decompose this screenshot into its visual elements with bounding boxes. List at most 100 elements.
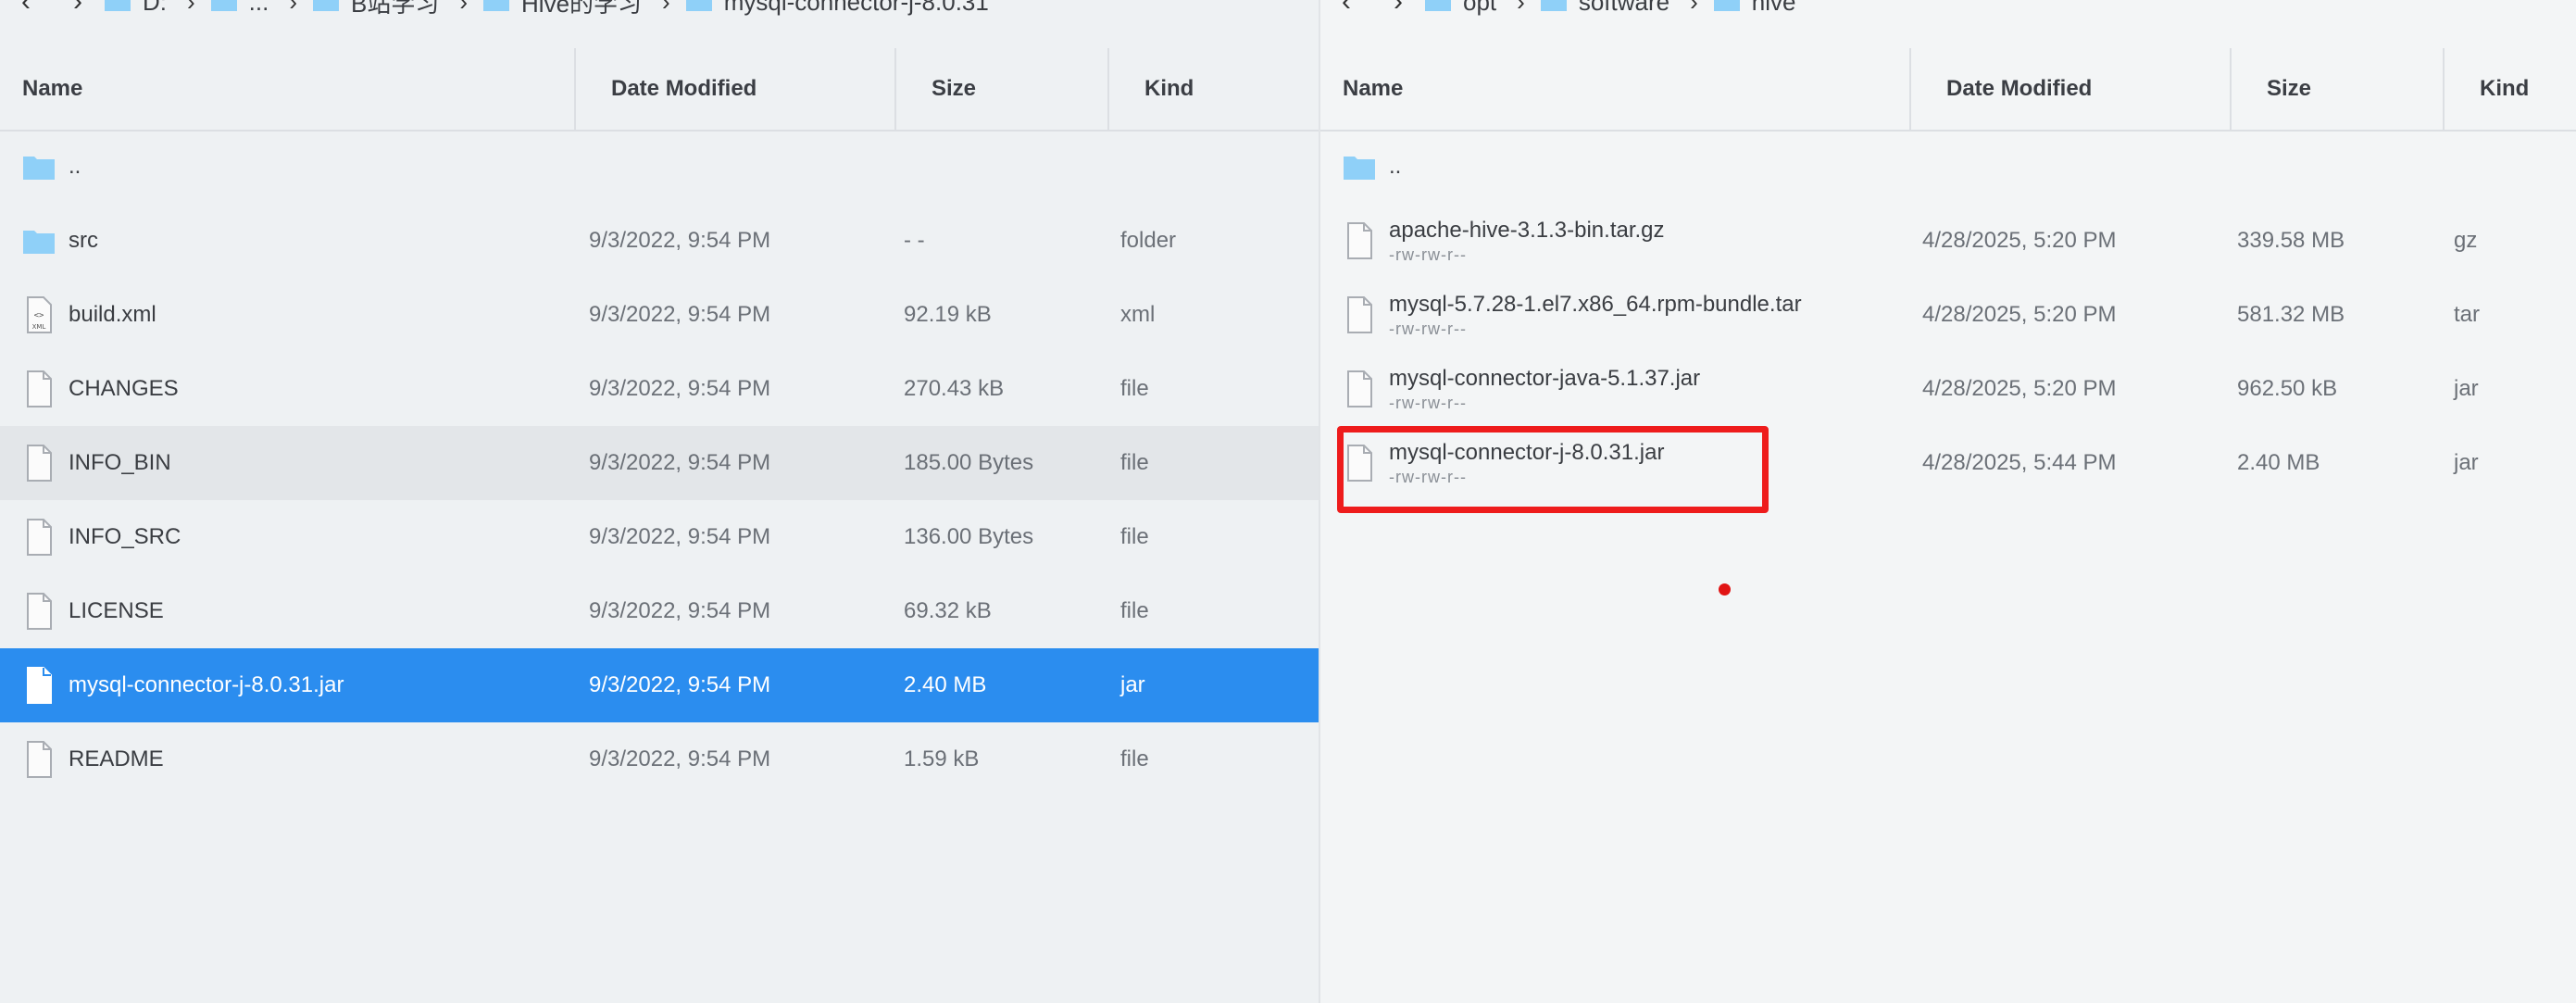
- file-date: 9/3/2022, 9:54 PM: [589, 376, 771, 401]
- folder-icon: [313, 0, 340, 11]
- file-kind: file: [1120, 376, 1149, 401]
- breadcrumb-label: B站学习: [351, 0, 440, 18]
- file-size: 270.43 kB: [904, 376, 1005, 401]
- table-row[interactable]: mysql-connector-java-5.1.37.jar -rw-rw-r…: [1320, 352, 2576, 426]
- right-breadcrumb-bar: ‹ › opt › software › hive: [1320, 0, 2576, 22]
- file-date: 9/3/2022, 9:54 PM: [589, 672, 771, 697]
- breadcrumb-item[interactable]: mysql-connector-j-8.0.31: [685, 0, 989, 17]
- column-label: Name: [1343, 76, 1404, 101]
- table-row[interactable]: mysql-connector-j-8.0.31.jar -rw-rw-r-- …: [1320, 426, 2576, 500]
- folder-icon: [685, 0, 712, 11]
- breadcrumb-item[interactable]: ...: [210, 0, 269, 17]
- back-button[interactable]: ‹: [0, 0, 52, 22]
- file-kind: file: [1120, 450, 1149, 475]
- column-divider[interactable]: [894, 48, 896, 130]
- breadcrumb-label: mysql-connector-j-8.0.31: [723, 0, 989, 16]
- left-column-header: Name Date Modified Size Kind: [0, 48, 1319, 132]
- file-kind: folder: [1120, 228, 1177, 253]
- parent-directory-row[interactable]: ..: [1320, 130, 2576, 204]
- file-name: ..: [69, 154, 81, 179]
- file-size: 1.59 kB: [904, 746, 980, 771]
- folder-icon: [1425, 0, 1451, 11]
- file-size: 2.40 MB: [2237, 450, 2320, 475]
- table-row[interactable]: LICENSE 9/3/2022, 9:54 PM 69.32 kB file: [0, 574, 1319, 648]
- file-kind: file: [1120, 598, 1149, 623]
- file-date: 4/28/2025, 5:20 PM: [1922, 302, 2117, 327]
- breadcrumb-label: hive: [1751, 0, 1796, 16]
- file-name: INFO_SRC: [69, 524, 181, 549]
- size-column-header[interactable]: Size: [909, 48, 1104, 130]
- date-column-header[interactable]: Date Modified: [589, 48, 894, 130]
- folder-icon: [210, 0, 237, 11]
- breadcrumb-label: ...: [248, 0, 269, 16]
- column-divider[interactable]: [574, 48, 576, 130]
- file-size: 2.40 MB: [904, 672, 987, 697]
- breadcrumb-label: opt: [1463, 0, 1497, 16]
- table-row[interactable]: apache-hive-3.1.3-bin.tar.gz -rw-rw-r-- …: [1320, 204, 2576, 278]
- file-name: INFO_BIN: [69, 450, 171, 475]
- column-divider[interactable]: [1107, 48, 1109, 130]
- file-name: mysql-connector-j-8.0.31.jar: [69, 672, 344, 697]
- file-size: 581.32 MB: [2237, 302, 2345, 327]
- table-row[interactable]: <> XML build.xml 9/3/2022, 9:54 PM 92.19 …: [0, 278, 1319, 352]
- breadcrumb-item[interactable]: software: [1540, 0, 1669, 17]
- back-button[interactable]: ‹: [1320, 0, 1372, 22]
- folder-icon: [1713, 0, 1740, 11]
- right-column-header: Name Date Modified Size Kind: [1320, 48, 2576, 132]
- file-icon: [27, 593, 52, 630]
- file-name: mysql-connector-j-8.0.31.jar: [1389, 439, 1665, 465]
- folder-icon: [1344, 157, 1375, 180]
- size-column-header[interactable]: Size: [2245, 48, 2439, 130]
- svg-text:XML: XML: [32, 323, 46, 331]
- column-label: Size: [2267, 76, 2312, 101]
- file-kind: tar: [2454, 302, 2481, 327]
- column-divider[interactable]: [1909, 48, 1911, 130]
- table-row[interactable]: INFO_BIN 9/3/2022, 9:54 PM 185.00 Bytes …: [0, 426, 1319, 500]
- parent-directory-row[interactable]: ..: [0, 130, 1319, 204]
- file-date: 9/3/2022, 9:54 PM: [589, 746, 771, 771]
- file-date: 9/3/2022, 9:54 PM: [589, 450, 771, 475]
- chevron-right-icon: ›: [1517, 0, 1525, 16]
- file-permissions: -rw-rw-r--: [1389, 467, 1467, 486]
- file-date: 4/28/2025, 5:20 PM: [1922, 228, 2117, 253]
- date-column-header[interactable]: Date Modified: [1924, 48, 2230, 130]
- table-row[interactable]: src 9/3/2022, 9:54 PM - - folder: [0, 204, 1319, 278]
- file-size: 92.19 kB: [904, 302, 992, 327]
- file-icon: [27, 741, 52, 778]
- breadcrumb-item[interactable]: hive: [1713, 0, 1796, 17]
- file-name: README: [69, 746, 164, 771]
- table-row[interactable]: mysql-5.7.28-1.el7.x86_64.rpm-bundle.tar…: [1320, 278, 2576, 352]
- breadcrumb-item[interactable]: opt: [1424, 0, 1496, 17]
- table-row[interactable]: README 9/3/2022, 9:54 PM 1.59 kB file: [0, 722, 1319, 796]
- column-divider[interactable]: [2230, 48, 2232, 130]
- file-name: apache-hive-3.1.3-bin.tar.gz: [1389, 217, 1665, 243]
- file-size: 962.50 kB: [2237, 376, 2338, 401]
- folder-icon: [105, 0, 131, 11]
- kind-column-header[interactable]: Kind: [2457, 48, 2576, 130]
- chevron-right-icon: ›: [289, 0, 298, 16]
- name-column-header[interactable]: Name: [0, 48, 574, 130]
- breadcrumb-item[interactable]: D:: [104, 0, 167, 17]
- breadcrumb-item[interactable]: Hive的学习: [482, 0, 642, 19]
- file-icon: [1347, 222, 1372, 259]
- file-name: ..: [1389, 154, 1402, 179]
- table-row[interactable]: INFO_SRC 9/3/2022, 9:54 PM 136.00 Bytes …: [0, 500, 1319, 574]
- forward-button[interactable]: ›: [52, 0, 104, 22]
- table-row[interactable]: CHANGES 9/3/2022, 9:54 PM 270.43 kB file: [0, 352, 1319, 426]
- file-kind: jar: [2454, 450, 2479, 475]
- chevron-right-icon: ›: [1690, 0, 1698, 16]
- name-column-header[interactable]: Name: [1320, 48, 1909, 130]
- file-name: CHANGES: [69, 376, 179, 401]
- file-size: 185.00 Bytes: [904, 450, 1034, 475]
- breadcrumb-item[interactable]: B站学习: [312, 0, 439, 19]
- table-row-selected[interactable]: mysql-connector-j-8.0.31.jar 9/3/2022, 9…: [0, 648, 1319, 722]
- right-file-pane: ‹ › opt › software › hive Name Date Modi…: [1320, 0, 2576, 1003]
- file-icon: [27, 519, 52, 556]
- kind-column-header[interactable]: Kind: [1122, 48, 1307, 130]
- forward-button[interactable]: ›: [1372, 0, 1424, 22]
- file-date: 9/3/2022, 9:54 PM: [589, 228, 771, 253]
- file-date: 9/3/2022, 9:54 PM: [589, 598, 771, 623]
- chevron-right-icon: ›: [187, 0, 195, 16]
- file-icon: [1347, 296, 1372, 333]
- column-divider[interactable]: [2443, 48, 2445, 130]
